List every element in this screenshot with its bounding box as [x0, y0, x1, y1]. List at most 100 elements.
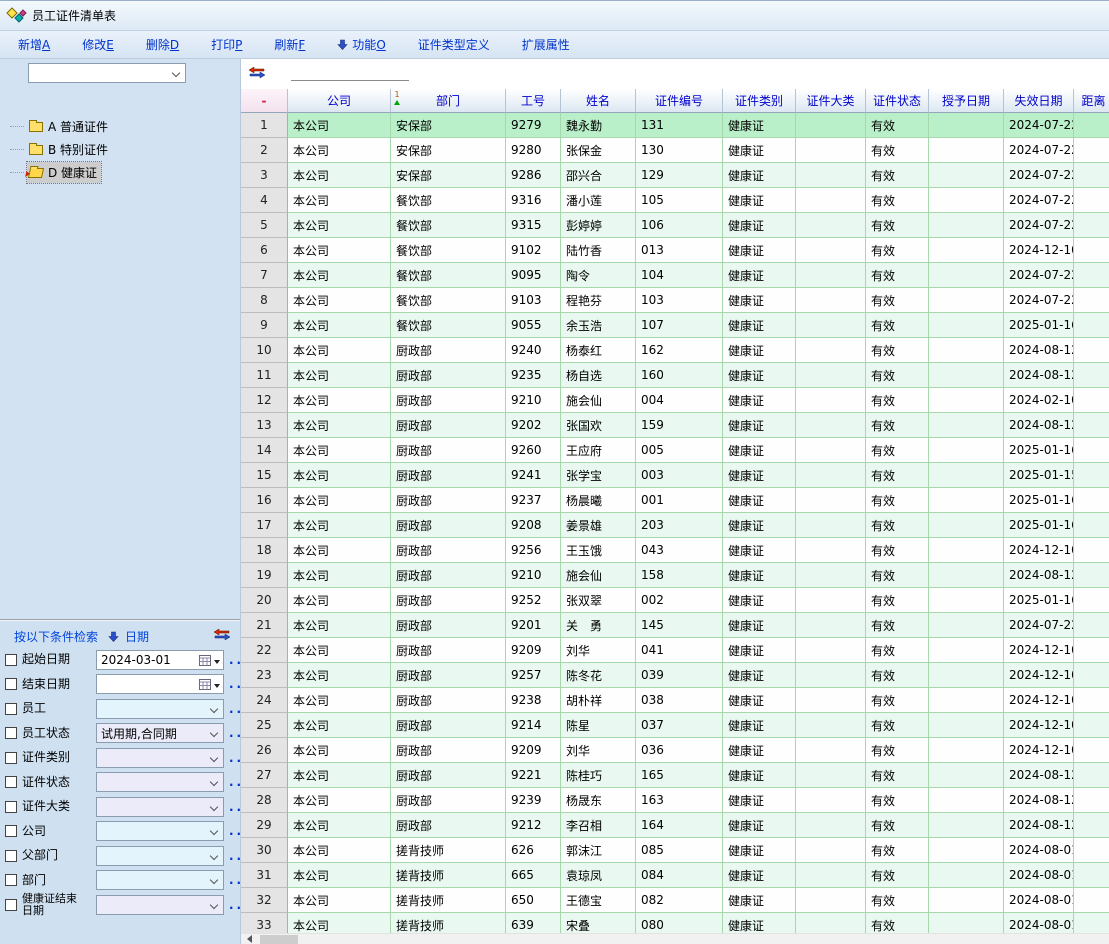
cell[interactable]: [929, 738, 1004, 763]
cell[interactable]: [1074, 538, 1109, 563]
table-row[interactable]: 7本公司餐饮部9095陶令104健康证有效2024-07-22: [241, 263, 1109, 288]
cell[interactable]: [929, 238, 1004, 263]
cell[interactable]: 有效: [866, 838, 929, 863]
cell[interactable]: [1074, 563, 1109, 588]
cell[interactable]: [1074, 863, 1109, 888]
column-header-2[interactable]: 1部门: [391, 89, 506, 113]
cell[interactable]: 有效: [866, 638, 929, 663]
cell[interactable]: 本公司: [288, 338, 391, 363]
end-date-input[interactable]: [96, 674, 224, 694]
cell[interactable]: 9201: [506, 613, 561, 638]
table-row[interactable]: 22本公司厨政部9209刘华041健康证有效2024-12-10: [241, 638, 1109, 663]
table-row[interactable]: 25本公司厨政部9214陈星037健康证有效2024-12-10: [241, 713, 1109, 738]
cell[interactable]: 2024-08-12: [1004, 563, 1074, 588]
row-number[interactable]: 16: [241, 488, 288, 513]
cell[interactable]: 本公司: [288, 488, 391, 513]
table-row[interactable]: 27本公司厨政部9221陈桂巧165健康证有效2024-08-12: [241, 763, 1109, 788]
cell[interactable]: [929, 613, 1004, 638]
cell[interactable]: 9210: [506, 388, 561, 413]
cell[interactable]: 2025-01-16: [1004, 513, 1074, 538]
cell[interactable]: 2024-08-01: [1004, 838, 1074, 863]
cell[interactable]: [1074, 788, 1109, 813]
toolbar-button-add[interactable]: 新增A: [2, 36, 66, 53]
cell[interactable]: 有效: [866, 338, 929, 363]
table-row[interactable]: 20本公司厨政部9252张双翠002健康证有效2025-01-16: [241, 588, 1109, 613]
cell[interactable]: 有效: [866, 663, 929, 688]
cell[interactable]: [929, 338, 1004, 363]
cell[interactable]: 164: [636, 813, 723, 838]
table-row[interactable]: 11本公司厨政部9235杨自选160健康证有效2024-08-12: [241, 363, 1109, 388]
row-number[interactable]: 7: [241, 263, 288, 288]
cell[interactable]: 9212: [506, 813, 561, 838]
table-row[interactable]: 31本公司搓背技师665袁琼凤084健康证有效2024-08-01: [241, 863, 1109, 888]
cell[interactable]: 陈冬花: [561, 663, 636, 688]
column-header-5[interactable]: 证件编号: [636, 89, 723, 113]
cell[interactable]: 健康证: [723, 113, 796, 138]
cell[interactable]: 9240: [506, 338, 561, 363]
table-row[interactable]: 26本公司厨政部9209刘华036健康证有效2024-12-10: [241, 738, 1109, 763]
grid-filter-input[interactable]: [291, 63, 409, 81]
cell[interactable]: 2024-12-10: [1004, 688, 1074, 713]
cell[interactable]: 036: [636, 738, 723, 763]
cell[interactable]: 9238: [506, 688, 561, 713]
department-select[interactable]: [96, 870, 224, 890]
cell[interactable]: [796, 863, 866, 888]
cell[interactable]: 2024-08-12: [1004, 363, 1074, 388]
cell[interactable]: 彭婷婷: [561, 213, 636, 238]
cell[interactable]: [1074, 338, 1109, 363]
cell[interactable]: 杨泰红: [561, 338, 636, 363]
column-header-8[interactable]: 证件状态: [866, 89, 929, 113]
cell[interactable]: [929, 538, 1004, 563]
cert-status-select[interactable]: [96, 772, 224, 792]
cell[interactable]: 陆竹香: [561, 238, 636, 263]
cell[interactable]: 有效: [866, 188, 929, 213]
cell[interactable]: 健康证: [723, 438, 796, 463]
row-number[interactable]: 10: [241, 338, 288, 363]
cell[interactable]: [1074, 313, 1109, 338]
table-row[interactable]: 21本公司厨政部9201关 勇145健康证有效2024-07-22: [241, 613, 1109, 638]
cell[interactable]: 163: [636, 788, 723, 813]
row-number[interactable]: 17: [241, 513, 288, 538]
cell[interactable]: 有效: [866, 813, 929, 838]
cell[interactable]: 程艳芬: [561, 288, 636, 313]
row-number[interactable]: 25: [241, 713, 288, 738]
parent-department-checkbox[interactable]: [5, 850, 17, 862]
cell[interactable]: 施会仙: [561, 563, 636, 588]
cell[interactable]: 9103: [506, 288, 561, 313]
cell[interactable]: [796, 713, 866, 738]
cell[interactable]: 有效: [866, 238, 929, 263]
cell[interactable]: 杨晨曦: [561, 488, 636, 513]
table-row[interactable]: 30本公司搓背技师626郭沫江085健康证有效2024-08-01: [241, 838, 1109, 863]
cell[interactable]: 本公司: [288, 413, 391, 438]
cell[interactable]: [929, 113, 1004, 138]
cell[interactable]: 厨政部: [391, 488, 506, 513]
start-date-checkbox[interactable]: [5, 654, 17, 666]
cell[interactable]: [1074, 513, 1109, 538]
cell[interactable]: 健康证: [723, 138, 796, 163]
cell[interactable]: 厨政部: [391, 813, 506, 838]
cell[interactable]: 搓背技师: [391, 913, 506, 934]
cell[interactable]: [796, 338, 866, 363]
cell[interactable]: 038: [636, 688, 723, 713]
cell[interactable]: [929, 488, 1004, 513]
cell[interactable]: 9315: [506, 213, 561, 238]
cell[interactable]: 107: [636, 313, 723, 338]
cell[interactable]: [929, 663, 1004, 688]
cell[interactable]: [929, 888, 1004, 913]
cell[interactable]: 张国欢: [561, 413, 636, 438]
cell[interactable]: 2024-12-10: [1004, 238, 1074, 263]
row-number[interactable]: 30: [241, 838, 288, 863]
cell[interactable]: 厨政部: [391, 788, 506, 813]
cell[interactable]: 160: [636, 363, 723, 388]
cell[interactable]: 有效: [866, 563, 929, 588]
tree-item-0[interactable]: A 普通证件: [10, 115, 112, 138]
cell[interactable]: 健康证: [723, 613, 796, 638]
cell[interactable]: 姜景雄: [561, 513, 636, 538]
cell[interactable]: 魏永勤: [561, 113, 636, 138]
row-number[interactable]: 3: [241, 163, 288, 188]
cell[interactable]: 安保部: [391, 163, 506, 188]
toolbar-button-refresh[interactable]: 刷新F: [258, 36, 321, 53]
cert-category-select[interactable]: [96, 748, 224, 768]
column-header-9[interactable]: 授予日期: [929, 89, 1004, 113]
cell[interactable]: 9209: [506, 638, 561, 663]
